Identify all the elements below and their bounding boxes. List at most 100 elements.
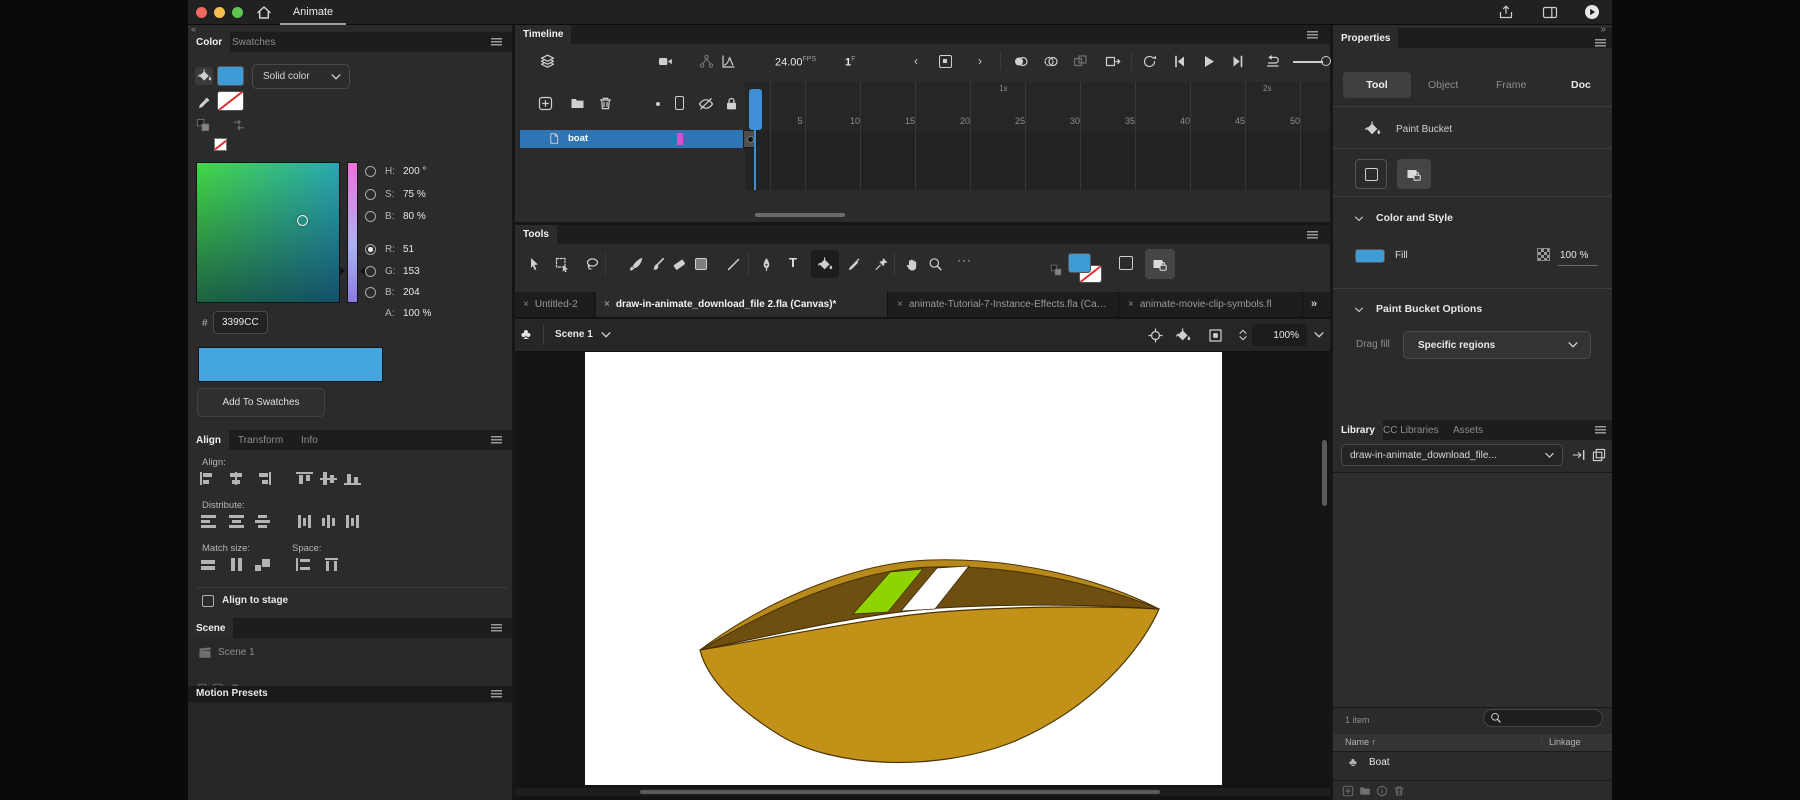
close-window-button[interactable] xyxy=(196,7,207,18)
text-tool-icon[interactable]: T xyxy=(789,255,797,270)
layer-name[interactable]: boat xyxy=(568,133,588,144)
s-value[interactable]: 75 % xyxy=(403,189,426,200)
align-to-stage-checkbox[interactable] xyxy=(202,595,214,607)
fill-bucket-icon[interactable] xyxy=(195,67,213,85)
timeline-ruler[interactable]: 1s 2s 5 10 15 20 25 30 35 40 45 50 xyxy=(745,82,1330,130)
scene-item-label[interactable]: Scene 1 xyxy=(218,647,255,658)
align-bottom-button[interactable] xyxy=(344,472,361,485)
distribute-left-button[interactable] xyxy=(296,515,313,528)
maximize-window-button[interactable] xyxy=(232,7,243,18)
drag-fill-select[interactable]: Specific regions xyxy=(1403,331,1591,359)
stage-horizontal-scrollbar[interactable] xyxy=(640,790,1160,794)
zoom-tool-icon[interactable] xyxy=(927,256,943,272)
props-fill-swatch[interactable] xyxy=(1355,249,1385,263)
a-value[interactable]: 100 % xyxy=(403,308,431,319)
doc-tab-movie-clip[interactable]: × animate-movie-clip-symbols.fl xyxy=(1120,292,1303,317)
tab-properties[interactable]: Properties xyxy=(1333,28,1399,48)
outline-view-icon[interactable] xyxy=(675,96,684,110)
radio-r-selected[interactable] xyxy=(365,244,376,255)
hue-slider[interactable] xyxy=(347,162,358,303)
timeline-scrollbar[interactable] xyxy=(755,213,845,217)
pen-tool-icon[interactable] xyxy=(758,256,774,272)
home-icon[interactable] xyxy=(256,4,272,20)
close-tab-icon[interactable]: × xyxy=(523,299,529,310)
align-center-h-button[interactable] xyxy=(228,472,245,485)
hide-all-layers-icon[interactable] xyxy=(698,96,714,111)
space-vertical-button[interactable] xyxy=(296,558,313,571)
step-back-icon[interactable] xyxy=(1172,54,1187,69)
scene-chevron-icon[interactable] xyxy=(599,328,613,342)
properties-menu-icon[interactable] xyxy=(1595,39,1606,47)
tab-swatches[interactable]: Swatches xyxy=(224,32,283,52)
onion-skin-icon[interactable] xyxy=(1013,54,1029,69)
distribute-right-button[interactable] xyxy=(344,515,361,528)
color-style-chevron-icon[interactable] xyxy=(1353,213,1365,225)
subselection-tool-icon[interactable] xyxy=(554,256,570,272)
eyedropper-tool-icon[interactable] xyxy=(845,256,861,272)
zoom-stepper-icon[interactable] xyxy=(1235,327,1251,343)
symbol-club-icon[interactable]: ♣ xyxy=(521,326,531,343)
tab-scene[interactable]: Scene xyxy=(188,618,234,638)
tools-panel-menu-icon[interactable] xyxy=(1307,231,1318,239)
rewind-icon[interactable] xyxy=(1265,54,1280,69)
match-width-button[interactable] xyxy=(200,558,217,571)
props-tab-tool[interactable]: Tool xyxy=(1343,72,1411,98)
align-middle-v-button[interactable] xyxy=(320,472,337,485)
layer-row-boat[interactable]: boat xyxy=(520,130,757,148)
tab-align[interactable]: Align xyxy=(188,430,229,450)
b2-value[interactable]: 204 xyxy=(403,287,420,298)
line-tool-icon[interactable] xyxy=(725,256,741,272)
radio-b2[interactable] xyxy=(365,287,376,298)
stage-canvas[interactable] xyxy=(585,352,1222,785)
clip-content-icon[interactable] xyxy=(1208,328,1223,343)
timeline-panel-menu-icon[interactable] xyxy=(1307,31,1318,39)
minimize-window-button[interactable] xyxy=(214,7,225,18)
tab-overflow-icon[interactable]: » xyxy=(1311,298,1317,310)
b-value[interactable]: 80 % xyxy=(403,211,426,222)
next-keyframe-icon[interactable]: › xyxy=(973,54,987,68)
color-saturation-brightness-field[interactable] xyxy=(196,162,340,303)
align-left-button[interactable] xyxy=(200,472,217,485)
tab-transform[interactable]: Transform xyxy=(230,430,291,450)
swap-colors-icon[interactable] xyxy=(232,118,246,132)
fill-alpha-value[interactable]: 100 % xyxy=(1560,250,1588,261)
scene-breadcrumb[interactable]: Scene 1 xyxy=(555,329,593,340)
layer-parenting-icon[interactable] xyxy=(699,54,714,69)
space-horizontal-button[interactable] xyxy=(324,558,341,571)
tab-tools[interactable]: Tools xyxy=(515,225,557,244)
close-tab-icon[interactable]: × xyxy=(1128,299,1134,310)
object-drawing-mode-icon[interactable] xyxy=(1119,256,1133,270)
more-tools-icon[interactable]: ··· xyxy=(957,253,972,267)
frame-graph-icon[interactable] xyxy=(721,54,736,69)
rotation-icon[interactable] xyxy=(1175,328,1191,343)
new-folder-icon[interactable] xyxy=(570,96,585,111)
tab-cc-libraries[interactable]: CC Libraries xyxy=(1375,420,1447,440)
h-value[interactable]: 200 ° xyxy=(403,166,426,177)
new-library-panel-icon[interactable] xyxy=(1592,448,1606,462)
zoom-level-input[interactable]: 100% xyxy=(1252,324,1307,346)
alpha-checkerboard-icon[interactable] xyxy=(1537,248,1550,261)
props-tab-frame[interactable]: Frame xyxy=(1496,79,1526,91)
radio-s[interactable] xyxy=(365,189,376,200)
close-tab-icon[interactable]: × xyxy=(897,299,903,310)
play-icon[interactable] xyxy=(1201,54,1216,69)
no-color-icon[interactable] xyxy=(214,138,227,151)
timeline-zoom-slider[interactable] xyxy=(1293,61,1323,63)
loop-icon[interactable] xyxy=(1142,54,1157,69)
align-top-button[interactable] xyxy=(296,472,313,485)
color-field-marker[interactable] xyxy=(297,215,308,226)
asset-warp-tool-icon[interactable] xyxy=(873,256,889,272)
library-item-row-boat[interactable]: ♣ Boat xyxy=(1333,752,1612,774)
distribute-bottom-button[interactable] xyxy=(254,515,271,528)
item-properties-icon[interactable] xyxy=(1375,784,1388,797)
new-symbol-icon[interactable] xyxy=(1341,784,1354,797)
camera-icon[interactable] xyxy=(657,54,673,69)
library-search-input[interactable] xyxy=(1483,709,1603,727)
onion-skin-outlines-icon[interactable] xyxy=(1043,54,1059,69)
new-layer-icon[interactable] xyxy=(538,96,553,111)
stroke-pencil-icon[interactable] xyxy=(197,95,212,110)
lock-fill-button-active[interactable] xyxy=(1145,249,1175,279)
library-menu-icon[interactable] xyxy=(1595,426,1606,434)
selection-tool-icon[interactable] xyxy=(526,256,542,272)
radio-h[interactable] xyxy=(365,166,376,177)
